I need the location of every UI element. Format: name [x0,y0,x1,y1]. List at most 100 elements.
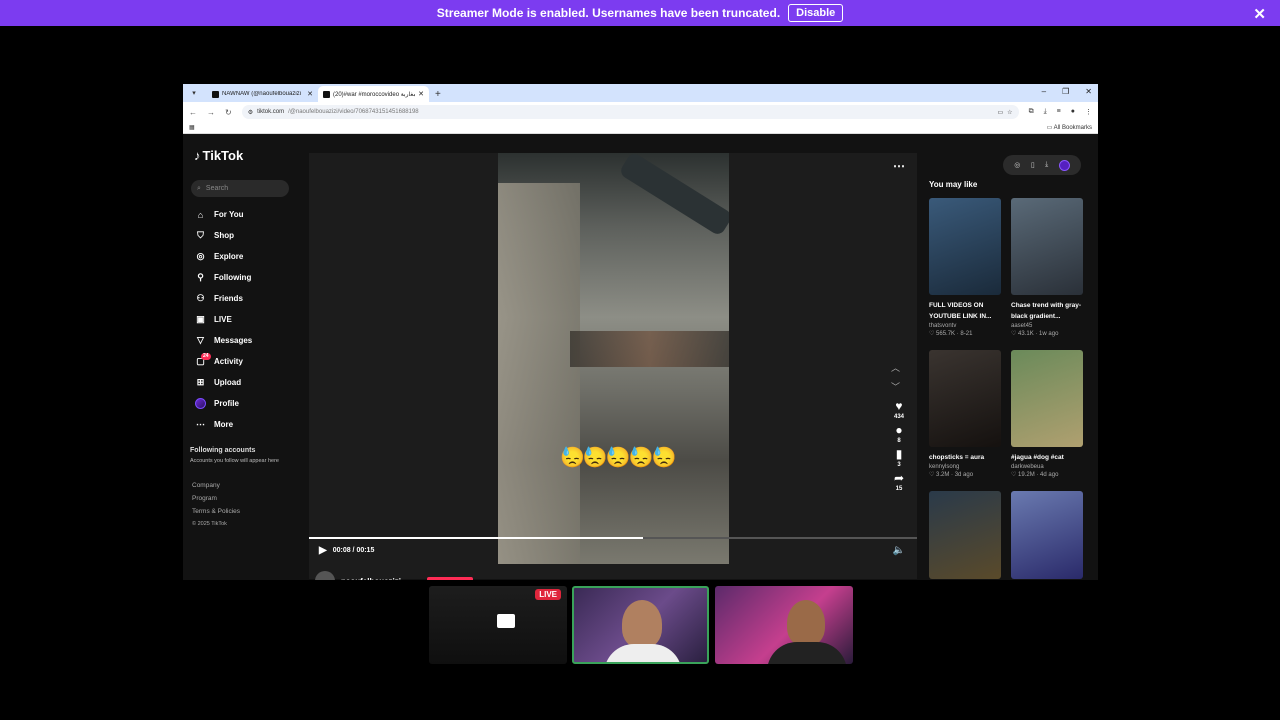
tab-title: NAWNAW (@naoufelbouazizi [222,91,302,97]
sidebar-item-live[interactable]: ▣ LIVE [195,309,252,330]
share-icon: ➦ [893,471,905,485]
card-title: Chase trend with gray-black gradient... [1011,302,1082,320]
video-thumbnail[interactable] [929,350,1001,447]
following-accounts-subtext: Accounts you follow will appear here [190,458,279,464]
sidebar-item-for-you[interactable]: ⌂ For You [195,204,252,225]
site-info-icon[interactable]: ⚙ [248,109,253,116]
save-button[interactable]: ▮ 3 [896,447,903,468]
video-thumbnail[interactable] [1011,198,1083,295]
bookmark-star-icon[interactable]: ☆ [1007,109,1012,116]
share-button[interactable]: ➦ 15 [894,471,904,492]
avatar[interactable] [315,571,335,580]
bookmark-icon: ▮ [895,447,903,461]
recommended-video-card[interactable] [1011,491,1083,579]
search-input[interactable]: ⌕ Search [191,180,289,197]
sidebar-item-label: Upload [214,378,242,387]
webcam-thumbnail[interactable] [715,586,853,664]
sidebar-item-following[interactable]: ⚲ Following [195,267,252,288]
emoji-overlay: 😓😓😓😓😓 [560,447,677,469]
window-close-icon[interactable]: ✕ [1085,87,1092,96]
browser-tab-active[interactable]: (20)#war #moroccovideo المغاربة ✕ [318,86,429,102]
sidebar-item-label: Activity [214,357,243,366]
avatar[interactable]: ● [1071,108,1075,116]
video-thumbnail[interactable] [929,198,1001,295]
streamer-shirt [767,642,847,664]
close-icon[interactable]: ✕ [1253,5,1266,23]
footer-link-terms[interactable]: Terms & Policies [192,508,240,521]
address-toolbar: ← → ↻ ⚙ tiktok.com/@naoufelbouazizi/vide… [183,102,1098,122]
previous-video-icon[interactable]: ︿ [891,361,900,374]
apps-icon[interactable]: ▦ [189,124,195,131]
tab-close-icon[interactable]: ✕ [307,90,313,98]
volume-icon[interactable]: 🔈 [893,545,905,556]
play-icon[interactable]: ▶ [319,545,327,556]
browser-tab[interactable]: NAWNAW (@naoufelbouazizi ✕ [207,86,318,102]
video-thumbnail[interactable] [1011,350,1083,447]
author-name[interactable]: naoufelbouazizi [341,577,401,581]
heart-icon: ♥ [895,399,903,413]
tab-title: (20)#war #moroccovideo المغاربة [333,91,416,98]
all-bookmarks[interactable]: ▭ All Bookmarks [1047,124,1092,131]
tiktok-favicon-icon [323,90,330,98]
recommended-video-card[interactable]: chopsticks = aura kennylsong ♡ 3.2M · 3d… [929,350,1001,478]
download-icon[interactable]: ⤓ [1045,161,1048,169]
compass-icon[interactable]: ◎ [1014,161,1020,169]
browser-menu-icon[interactable]: ⋮ [1085,108,1092,116]
you-may-like-heading: You may like [929,180,978,189]
footer-link-program[interactable]: Program [192,495,240,508]
mobile-icon[interactable]: ▯ [1031,161,1035,169]
media-icon[interactable]: ≡ [1057,108,1061,116]
tiktok-logo[interactable]: ♪ TikTok [194,148,243,163]
home-icon: ⌂ [197,209,204,220]
download-icon[interactable]: ⤓ [1044,108,1047,116]
url-domain: tiktok.com [257,109,285,115]
copyright: © 2025 TikTok [192,521,227,527]
tab-strip: ▾ NAWNAW (@naoufelbouazizi ✕ (20)#war #m… [183,84,1098,102]
sidebar-item-label: Profile [214,399,239,408]
avatar[interactable] [1058,159,1070,171]
recommended-video-card[interactable]: #jagua #dog #cat darkwebeua ♡ 19.2M · 4d… [1011,350,1083,478]
new-tab-icon[interactable]: + [435,89,441,100]
cast-icon[interactable]: ▭ [998,109,1004,116]
author-row: naoufelbouazizi [315,571,473,580]
recommended-video-card[interactable]: FULL VIDEOS ON YOUTUBE LINK IN... thatsv… [929,198,1001,337]
footer-links: Company Program Terms & Policies © 2025 … [192,482,240,534]
restore-icon[interactable]: ❐ [1062,87,1069,96]
disable-streamer-mode-button[interactable]: Disable [788,4,844,22]
tiktok-page: ♪ TikTok ⌕ Search ⌂ For You ⛉ Shop ◎ Explor… [183,134,1098,580]
minimize-icon[interactable]: – [1042,87,1046,96]
screen-share-thumbnail[interactable]: LIVE [429,586,567,664]
extensions-icon[interactable]: ⧉ [1029,108,1034,116]
video-thumbnail[interactable] [929,491,1001,579]
sidebar-item-upload[interactable]: ⊞ Upload [195,372,252,393]
video-thumbnail[interactable] [1011,491,1083,579]
next-video-icon[interactable]: ﹀ [891,380,900,393]
back-icon[interactable]: ← [189,108,197,117]
sidebar-item-explore[interactable]: ◎ Explore [195,246,252,267]
forward-icon[interactable]: → [207,108,215,117]
follow-button[interactable] [427,577,473,580]
sidebar-item-profile[interactable]: Profile [195,393,252,414]
tab-close-icon[interactable]: ✕ [418,90,424,98]
footer-link-company[interactable]: Company [192,482,240,495]
video-player[interactable]: 😓😓😓😓😓 [498,153,729,564]
sidebar-item-label: More [214,420,234,429]
tab-search-icon[interactable]: ▾ [187,86,201,100]
address-bar[interactable]: ⚙ tiktok.com/@naoufelbouazizi/video/7068… [241,105,1019,119]
recommended-video-card[interactable] [929,491,1001,579]
sidebar-item-messages[interactable]: ▽ Messages [195,330,252,351]
recommended-video-card[interactable]: Chase trend with gray-black gradient... … [1011,198,1083,337]
webcam-thumbnail-active[interactable] [572,586,709,664]
sidebar-item-friends[interactable]: ⚇ Friends [195,288,252,309]
like-button[interactable]: ♥ 434 [894,399,904,420]
sidebar-item-label: Explore [214,252,244,261]
comment-button[interactable]: ● 8 [895,423,902,444]
video-progress-bar[interactable] [309,537,917,539]
sidebar-item-activity[interactable]: ▢ 24 Activity [195,351,252,372]
sidebar-item-more[interactable]: ⋯ More [195,414,252,435]
logo-text: TikTok [202,148,244,163]
sidebar-item-shop[interactable]: ⛉ Shop [195,225,252,246]
reload-icon[interactable]: ↻ [225,108,232,117]
bookmarks-bar: ▦ ▭ All Bookmarks [183,122,1098,134]
more-options-icon[interactable]: ⋯ [893,159,905,173]
